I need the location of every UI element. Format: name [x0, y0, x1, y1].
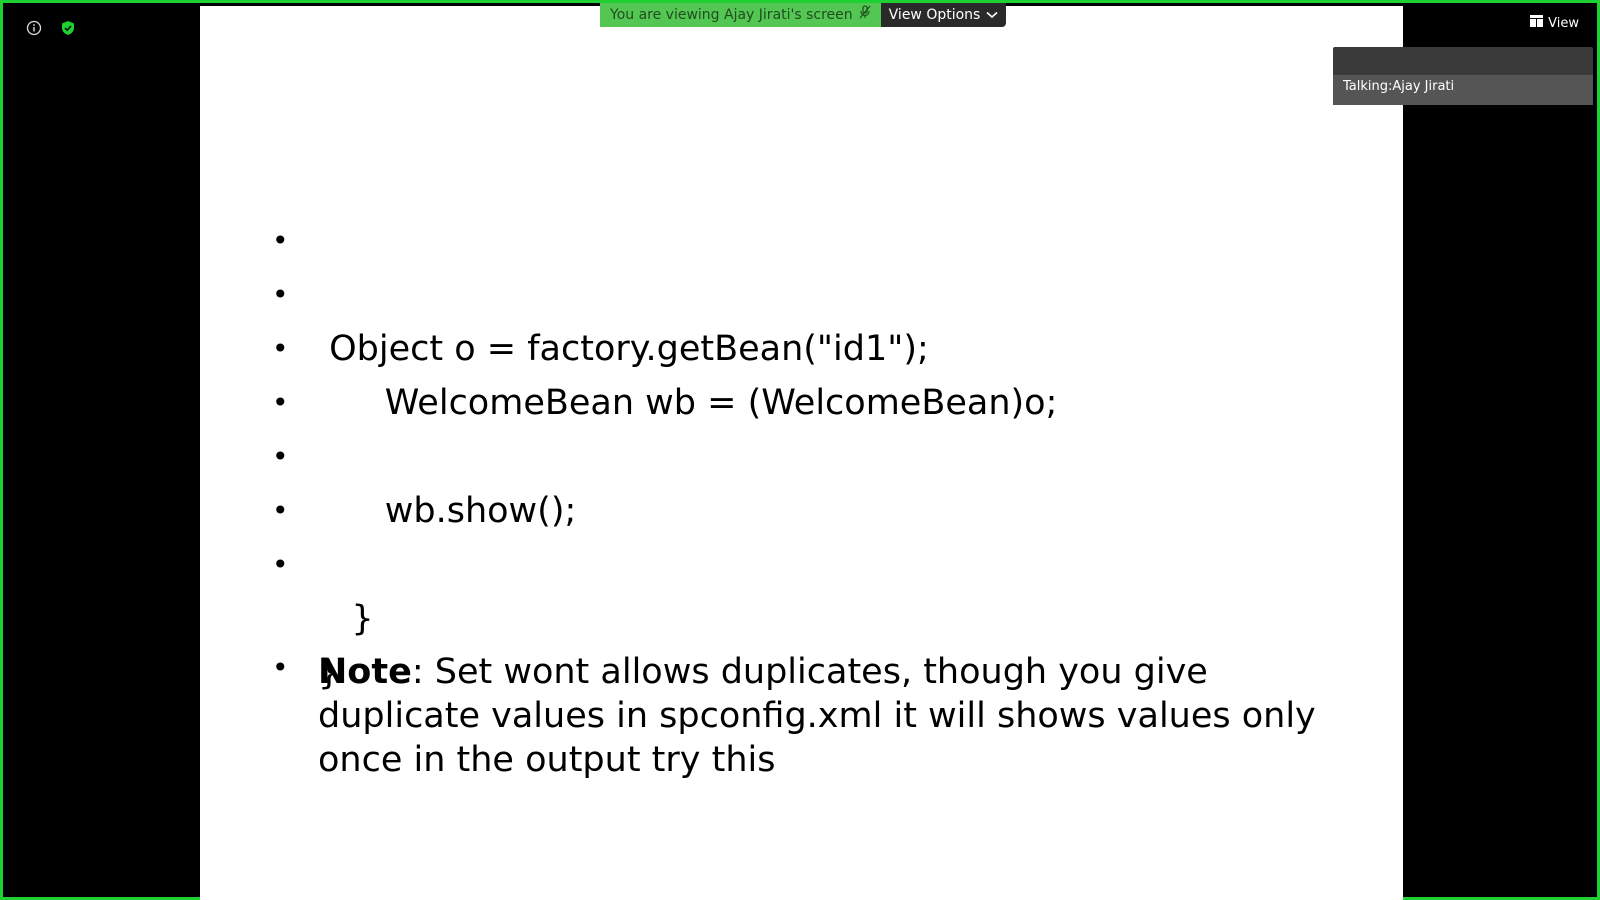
list-item: • — [272, 430, 1372, 484]
muted-mic-icon — [859, 3, 871, 27]
bullet-icon: • — [272, 332, 289, 365]
list-item: • WelcomeBean wb = (WelcomeBean)o; — [272, 268, 1372, 423]
list-item: • Object o = factory.getBean("id1"); — [272, 214, 1372, 369]
bullet-icon: • — [272, 386, 289, 419]
meeting-window: • Object o = factory.getBean("id1"); • W… — [0, 0, 1600, 900]
note-content: : Set wont allows duplicates, though you… — [318, 652, 1316, 780]
view-button[interactable]: View — [1530, 15, 1579, 31]
note-text: Note: Set wont allows duplicates, though… — [318, 650, 1372, 782]
list-item: • } — [272, 484, 1372, 639]
bullet-icon: • — [272, 651, 289, 684]
info-icon[interactable] — [25, 19, 43, 37]
shared-screen-slide: • Object o = factory.getBean("id1"); • W… — [200, 6, 1403, 900]
list-item: • — [272, 322, 1372, 376]
grid-view-icon — [1530, 15, 1544, 31]
list-item: • } — [272, 538, 1372, 693]
bullet-icon: • — [272, 224, 289, 257]
view-label: View — [1548, 15, 1579, 31]
bullet-icon: • — [272, 548, 289, 581]
talking-label: Talking:Ajay Jirati — [1343, 79, 1455, 94]
list-item: • wb.show(); — [272, 376, 1372, 531]
note-bullet: • Note: Set wont allows duplicates, thou… — [272, 650, 1372, 782]
top-left-toolbar — [25, 19, 77, 37]
view-options-button[interactable]: View Options — [880, 3, 1007, 27]
chevron-down-icon — [986, 3, 998, 27]
bullet-icon: • — [272, 278, 289, 311]
screen-share-banner: You are viewing Ajay Jirati's screen Vie… — [600, 3, 1007, 27]
code-bullet-list: • Object o = factory.getBean("id1"); • W… — [272, 214, 1372, 693]
viewing-text: You are viewing Ajay Jirati's screen — [610, 7, 853, 23]
participant-video-tile[interactable]: Talking:Ajay Jirati — [1333, 47, 1593, 105]
viewing-info: You are viewing Ajay Jirati's screen — [600, 3, 881, 27]
note-label: Note — [318, 652, 412, 692]
shield-icon[interactable] — [59, 19, 77, 37]
bullet-icon: • — [272, 494, 289, 527]
view-options-label: View Options — [888, 7, 981, 23]
bullet-icon: • — [272, 440, 289, 473]
